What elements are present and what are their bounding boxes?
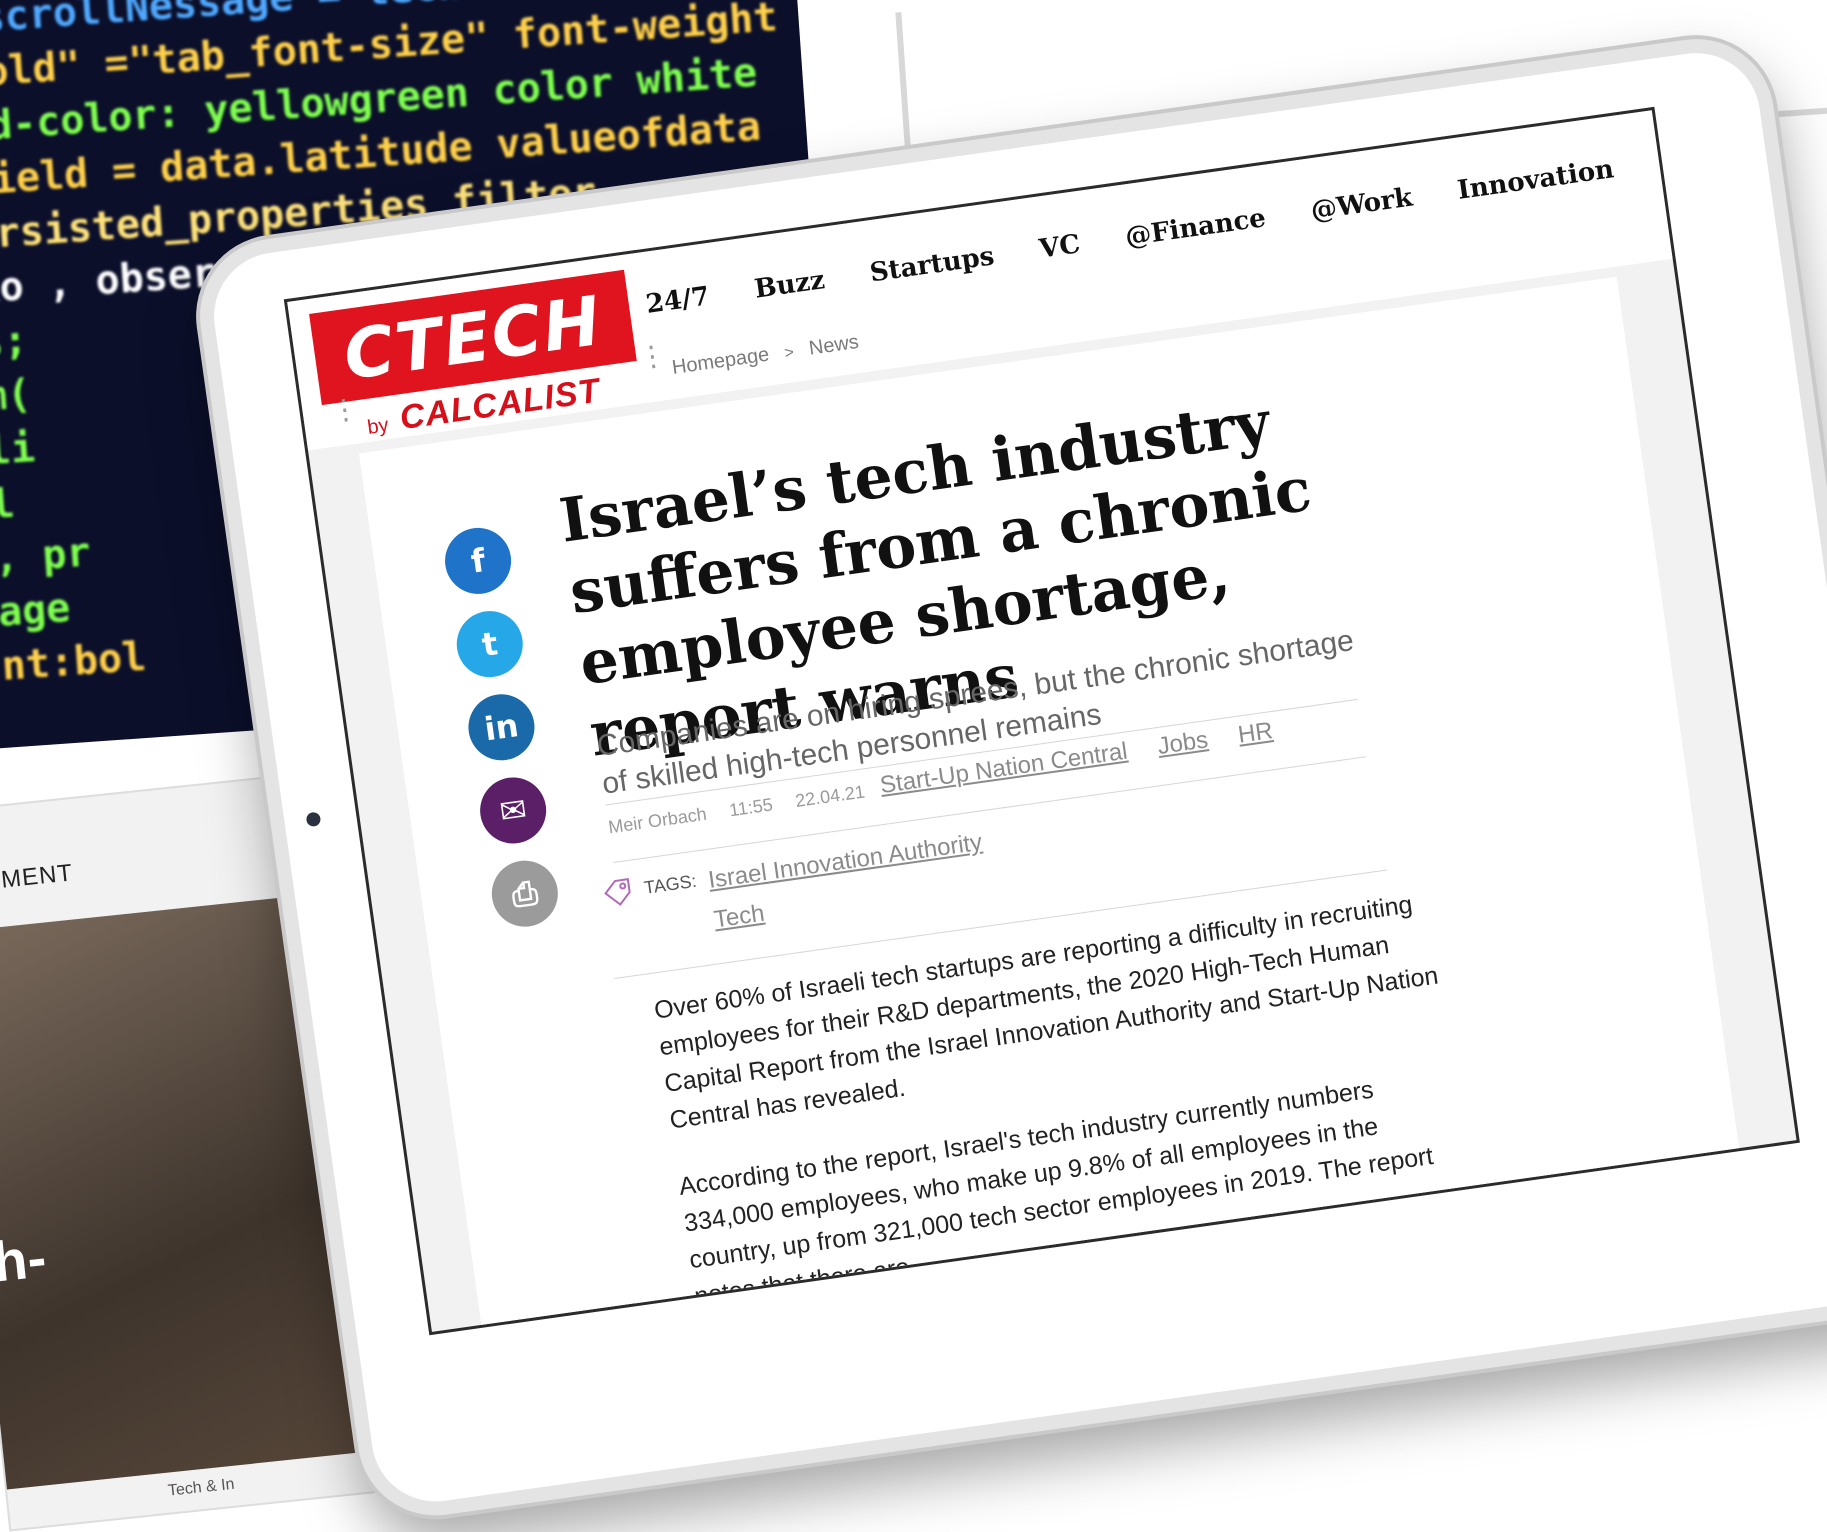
linkedin-icon[interactable]: in xyxy=(464,690,539,765)
publish-time: 11:55 xyxy=(727,794,774,821)
tag-link-jobs[interactable]: Jobs xyxy=(1156,726,1210,760)
laptop-headline-fragment: h- xyxy=(0,1225,50,1294)
facebook-icon[interactable]: f xyxy=(440,523,516,599)
laptop-caption: Tech & In xyxy=(167,1475,236,1500)
breadcrumb: Homepage > News xyxy=(671,331,861,380)
by-label: by xyxy=(365,414,390,439)
tags-list: Israel Innovation Authority Tech xyxy=(706,823,991,941)
tablet-screen: CTECH ⋮ by CALCALIST ⋮ 24/7 Buzz Startup… xyxy=(283,106,1800,1336)
nav-item-vc[interactable]: VC xyxy=(1037,229,1082,264)
breadcrumb-news[interactable]: News xyxy=(808,331,861,360)
tag-icon xyxy=(604,878,631,906)
nav-item-finance[interactable]: @Finance xyxy=(1123,203,1267,252)
tag-link-hr[interactable]: HR xyxy=(1236,717,1274,749)
menu-dots-icon[interactable]: ⋮ xyxy=(329,392,361,427)
nav-item-buzz[interactable]: Buzz xyxy=(753,265,827,305)
divider-dots-icon: ⋮ xyxy=(636,338,669,374)
author: Meir Orbach xyxy=(607,803,708,838)
twitter-icon[interactable]: t xyxy=(452,606,528,682)
email-icon[interactable]: ✉ xyxy=(475,773,551,848)
nav-item-innovation[interactable]: Innovation xyxy=(1456,154,1616,206)
article-card: f t in ✉ ⎙ Israel’s tech industry suffer… xyxy=(358,276,1742,1336)
nav-item-work[interactable]: @Work xyxy=(1309,183,1414,227)
nav-item-24-7[interactable]: 24/7 xyxy=(644,281,711,320)
tablet-device: CTECH ⋮ by CALCALIST ⋮ 24/7 Buzz Startup… xyxy=(190,28,1827,1526)
tags-label: TAGS: xyxy=(642,870,698,898)
article-body: Over 60% of Israeli tech startups are re… xyxy=(652,883,1484,1335)
publish-date: 22.04.21 xyxy=(793,781,867,812)
share-bar: f t in ✉ ⎙ xyxy=(440,523,569,949)
laptop-nav-fragment: ONMENT xyxy=(0,859,75,898)
print-icon[interactable]: ⎙ xyxy=(487,856,563,931)
breadcrumb-homepage[interactable]: Homepage xyxy=(671,344,771,379)
nav-item-opinions[interactable]: Opinions xyxy=(1657,130,1790,178)
nav-item-startups[interactable]: Startups xyxy=(868,241,996,288)
camera-icon xyxy=(305,811,322,828)
tags-row: TAGS: Israel Innovation Authority Tech xyxy=(600,823,990,956)
breadcrumb-separator-icon: > xyxy=(783,344,796,363)
